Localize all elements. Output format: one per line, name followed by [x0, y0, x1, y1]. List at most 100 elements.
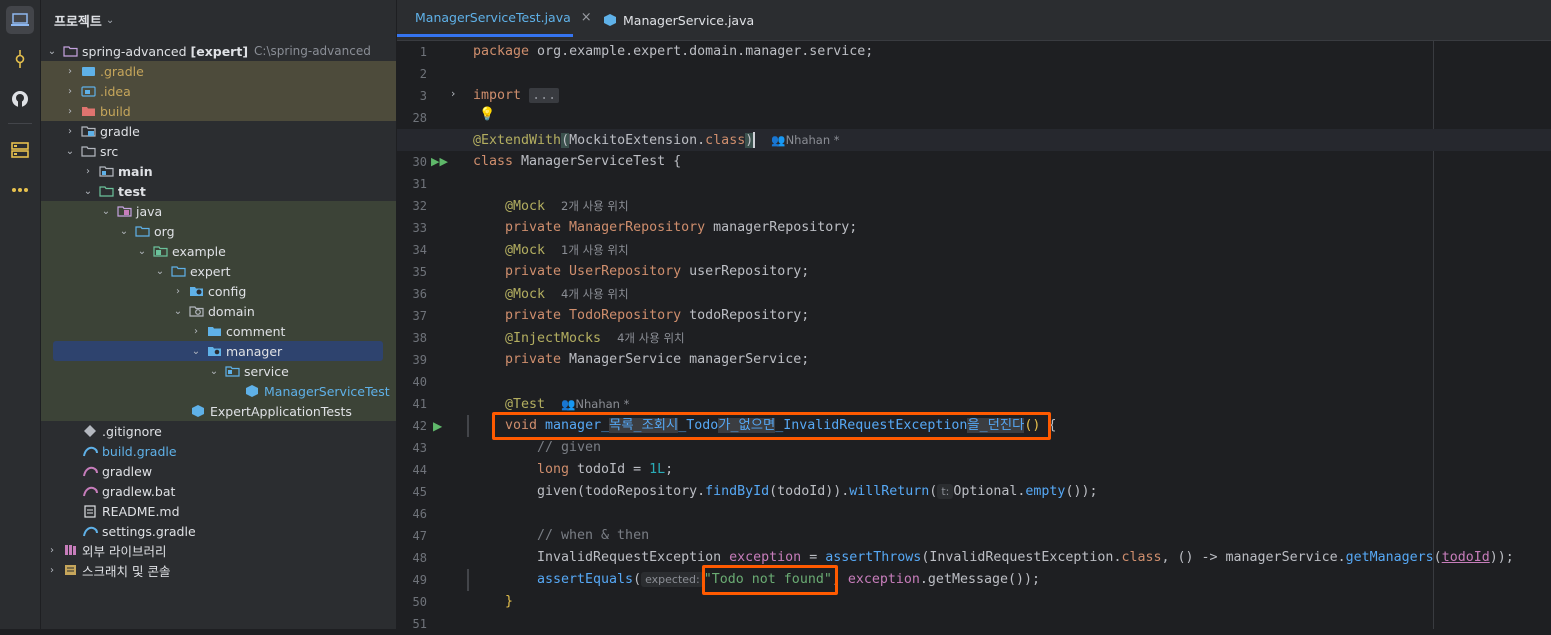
- chevron-right-icon[interactable]: ›: [82, 166, 94, 177]
- more-tools-button[interactable]: [6, 176, 34, 204]
- chevron-down-icon[interactable]: ⌄: [106, 15, 114, 26]
- module-path: C:\spring-advanced: [254, 44, 371, 58]
- package-icon: [224, 364, 240, 378]
- tree-item-expert[interactable]: ⌄ expert: [41, 261, 396, 281]
- chevron-down-icon[interactable]: ⌄: [118, 226, 130, 237]
- tree-item-label: .idea: [100, 83, 131, 99]
- line-number: 45: [412, 485, 427, 499]
- author-icon: 👥: [771, 133, 786, 147]
- tree-item-external-libraries[interactable]: › 외부 라이브러리: [41, 540, 396, 560]
- package-icon: [188, 304, 204, 318]
- tree-item-label: gradlew.bat: [102, 483, 176, 499]
- folded-imports[interactable]: ...: [529, 88, 560, 103]
- tree-item-expertapplicationtests[interactable]: ExpertApplicationTests: [41, 401, 396, 421]
- tree-item-main[interactable]: › main: [41, 161, 396, 181]
- tree-item-label: java: [136, 203, 163, 219]
- services-button[interactable]: [6, 136, 34, 164]
- code-line-37: private TodoRepository todoRepository;: [505, 308, 810, 323]
- chevron-down-icon[interactable]: ⌄: [46, 46, 58, 57]
- tree-item-test[interactable]: ⌄ test: [41, 181, 396, 201]
- tree-item-example[interactable]: ⌄ example: [41, 241, 396, 261]
- chevron-right-icon[interactable]: ›: [64, 66, 76, 77]
- tree-item-gradlew-bat[interactable]: gradlew.bat: [41, 481, 396, 501]
- tree-item-comment[interactable]: › comment: [41, 321, 396, 341]
- usage-hint: 2개 사용 위치: [561, 199, 629, 213]
- tree-item-manager[interactable]: ⌄ manager: [41, 344, 282, 359]
- tree-item-label: ManagerServiceTest: [264, 383, 390, 399]
- code-line-3: import ...: [473, 85, 560, 107]
- gradle-icon: [82, 464, 98, 478]
- chevron-down-icon[interactable]: ⌄: [190, 346, 202, 357]
- tab-managerservice[interactable]: ManagerService.java: [591, 0, 766, 40]
- line-number: 39: [412, 353, 427, 367]
- run-test-icon[interactable]: ▶: [433, 419, 442, 433]
- tree-item-settings-gradle[interactable]: settings.gradle: [41, 521, 396, 541]
- tree-item-service[interactable]: ⌄ service: [41, 361, 396, 381]
- chevron-right-icon[interactable]: ›: [64, 126, 76, 137]
- chevron-right-icon[interactable]: ›: [451, 87, 455, 100]
- project-panel-header: 프로젝트 ⌄: [41, 0, 396, 40]
- project-view-button[interactable]: [6, 6, 34, 34]
- chevron-down-icon[interactable]: ⌄: [82, 186, 94, 197]
- gradle-folder-icon: [80, 64, 96, 78]
- test-class-icon: [244, 384, 260, 398]
- code-editor[interactable]: package org.example.expert.domain.manage…: [397, 41, 1551, 629]
- tree-item-label: config: [208, 283, 247, 299]
- tree-item-gradle[interactable]: › gradle: [41, 121, 396, 141]
- tree-item-build[interactable]: › build: [41, 101, 396, 121]
- tree-item-gradle-cache[interactable]: › .gradle: [41, 61, 396, 81]
- tree-item-gitignore[interactable]: .gitignore: [41, 421, 396, 441]
- chevron-down-icon[interactable]: ⌄: [172, 306, 184, 317]
- package-icon: [170, 264, 186, 278]
- test-source-root-icon: [116, 204, 132, 218]
- tree-item-domain[interactable]: ⌄ domain: [41, 301, 396, 321]
- chevron-right-icon[interactable]: ›: [64, 86, 76, 97]
- class-icon: [604, 14, 616, 26]
- tab-label: ManagerServiceTest.java: [415, 9, 571, 25]
- chevron-right-icon[interactable]: ›: [190, 326, 202, 337]
- project-panel-title[interactable]: 프로젝트: [54, 11, 102, 30]
- tree-item-build-gradle[interactable]: build.gradle: [41, 441, 396, 461]
- tree-item-scratches[interactable]: › 스크래치 및 콘솔: [41, 560, 396, 580]
- run-all-tests-icon[interactable]: ▶▶: [431, 155, 448, 168]
- line-number: 49: [412, 573, 427, 587]
- bulb-icon[interactable]: 💡: [479, 107, 495, 122]
- tree-item-label: build: [100, 103, 131, 119]
- tree-item-managerservicetest[interactable]: ManagerServiceTest: [41, 381, 396, 401]
- idea-folder-icon: [80, 84, 96, 98]
- editor-tab-bar: ManagerServiceTest.java × ManagerService…: [397, 0, 1551, 41]
- github-button[interactable]: [6, 85, 34, 113]
- chevron-down-icon[interactable]: ⌄: [154, 266, 166, 277]
- tree-item-label: src: [100, 143, 119, 159]
- tree-item-readme[interactable]: README.md: [41, 501, 396, 521]
- tree-item-spring-advanced[interactable]: ⌄ spring-advanced [expert] C:\spring-adv…: [41, 41, 396, 61]
- usage-hint: 4개 사용 위치: [561, 287, 629, 301]
- code-author-hint: Nhahan *: [575, 397, 630, 411]
- tree-item-label: test: [118, 183, 146, 199]
- chevron-down-icon[interactable]: ⌄: [208, 366, 220, 377]
- scratches-icon: [62, 563, 78, 577]
- code-line-32: @Mock 2개 사용 위치: [505, 199, 629, 214]
- tree-item-label: org: [154, 223, 175, 239]
- tab-managerservicetest[interactable]: ManagerServiceTest.java ×: [397, 0, 592, 37]
- tree-item-src[interactable]: ⌄ src: [41, 141, 396, 161]
- chevron-right-icon[interactable]: ›: [172, 286, 184, 297]
- line-number: 46: [412, 507, 427, 521]
- chevron-right-icon[interactable]: ›: [46, 565, 58, 576]
- tree-item-java[interactable]: ⌄ java: [41, 201, 396, 221]
- tree-item-config[interactable]: › config: [41, 281, 396, 301]
- chevron-down-icon[interactable]: ⌄: [64, 146, 76, 157]
- commit-button[interactable]: [6, 45, 34, 73]
- folder-icon: [62, 44, 78, 58]
- chevron-right-icon[interactable]: ›: [64, 106, 76, 117]
- tree-item-gradlew[interactable]: gradlew: [41, 461, 396, 481]
- chevron-down-icon[interactable]: ⌄: [136, 246, 148, 257]
- code-line-48: InvalidRequestException exception = asse…: [537, 550, 1514, 565]
- tree-item-org[interactable]: ⌄ org: [41, 221, 396, 241]
- code-line-29: @ExtendWith(MockitoExtension.class) 👥Nha…: [473, 132, 840, 148]
- commit-icon: [15, 50, 25, 68]
- tree-item-label: spring-advanced: [82, 43, 187, 59]
- tree-item-idea[interactable]: › .idea: [41, 81, 396, 101]
- chevron-right-icon[interactable]: ›: [46, 545, 58, 556]
- chevron-down-icon[interactable]: ⌄: [100, 206, 112, 217]
